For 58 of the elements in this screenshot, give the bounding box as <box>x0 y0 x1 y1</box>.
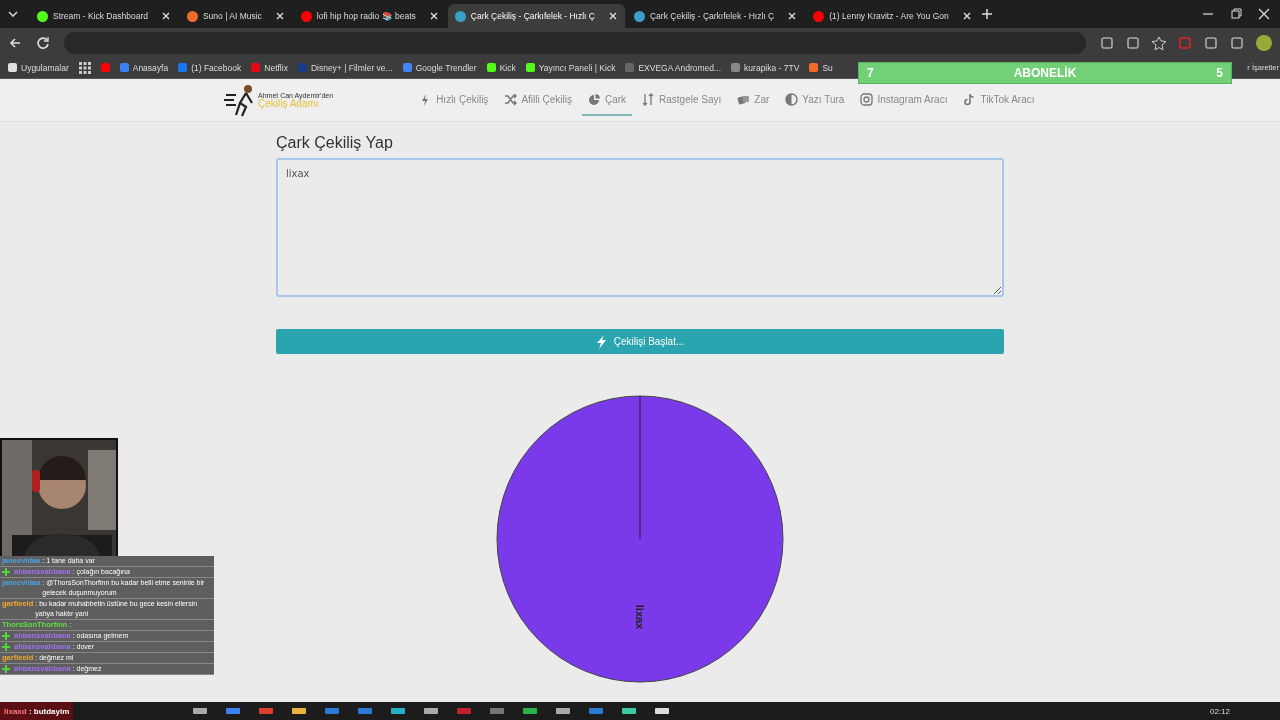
bookmark[interactable]: (1) Facebook <box>178 62 242 73</box>
profile-avatar[interactable] <box>1256 34 1272 51</box>
taskbar-app-icon[interactable] <box>391 708 406 714</box>
apps-grid-icon[interactable] <box>78 61 91 74</box>
reload-icon[interactable] <box>36 35 50 50</box>
bookmark[interactable]: EXVEGA Andromed... <box>625 62 722 73</box>
browser-tab[interactable]: Çark Çekiliş - Çarkıfelek - Hızlı Ç <box>627 4 805 28</box>
close-icon[interactable] <box>608 11 618 21</box>
bookmark[interactable]: Anasayfa <box>119 62 169 73</box>
wheel-label: lixax <box>634 604 646 630</box>
extension-icon[interactable] <box>1100 35 1114 50</box>
music-note-icon <box>963 92 977 106</box>
extension-icon[interactable] <box>1230 35 1244 50</box>
close-icon[interactable] <box>961 11 972 21</box>
bookmark[interactable]: Uygulamalar <box>8 62 69 73</box>
shuffle-icon <box>504 92 518 106</box>
entries-field[interactable]: lixax <box>276 158 1004 297</box>
taskbar-app-icon[interactable] <box>523 708 538 714</box>
bookmark-icon[interactable] <box>100 63 110 72</box>
pie-chart-icon <box>587 92 601 106</box>
browser-tab[interactable]: Çark Çekiliş - Çarkıfelek - Hızlı Ç <box>447 4 625 28</box>
close-icon[interactable] <box>274 11 285 21</box>
browser-tab[interactable]: lofi hip hop radio 📚 beats <box>293 4 446 28</box>
close-icon[interactable] <box>1258 8 1270 20</box>
taskbar-app-icon[interactable] <box>622 708 637 714</box>
logo-name: Çekiliş Adamı <box>258 98 319 109</box>
chat-ticker: lixaxd : butdayim <box>0 702 74 720</box>
taskbar-app-icon[interactable] <box>292 708 307 714</box>
browser-tab[interactable]: Suno | AI Music <box>179 4 292 28</box>
taskbar-app-icon[interactable] <box>655 708 670 714</box>
bookmark[interactable]: Su <box>809 62 833 73</box>
taskbar-app-icon[interactable] <box>193 708 208 714</box>
bookmark[interactable]: Kick <box>486 62 516 73</box>
bookmark[interactable]: Netflix <box>251 62 288 73</box>
taskbar-app-icon[interactable] <box>556 708 571 714</box>
instagram-icon <box>860 92 874 106</box>
star-icon[interactable] <box>1152 35 1166 50</box>
browser-tab[interactable]: Stream - Kick Dashboard <box>30 4 178 28</box>
bookmark[interactable]: Disney+ | Filmler ve... <box>297 62 393 73</box>
browser-tab[interactable]: (1) Lenny Kravitz - Are You Gon <box>806 4 979 28</box>
bookmark[interactable]: Google Trendler <box>402 62 477 73</box>
restore-icon[interactable] <box>1230 8 1242 20</box>
taskbar-app-icon[interactable] <box>424 708 439 714</box>
goal-bar: 7 ABONELİK 5 <box>858 62 1232 84</box>
taskbar-clock: 02:12 <box>1209 706 1230 716</box>
new-tab-icon[interactable] <box>980 8 993 20</box>
extension-icon[interactable] <box>1204 35 1218 50</box>
bolt-icon <box>595 334 608 349</box>
bookmark[interactable]: kurapika - 7TV <box>731 62 800 73</box>
page-title: Çark Çekiliş Yap <box>276 134 394 152</box>
bookmark[interactable]: Yayıncı Paneli | Kick <box>525 62 616 73</box>
sort-arrows-icon <box>642 92 656 106</box>
close-icon[interactable] <box>160 11 171 21</box>
half-circle-icon <box>785 92 799 106</box>
close-icon[interactable] <box>787 11 798 21</box>
back-icon[interactable] <box>8 35 22 50</box>
close-icon[interactable] <box>428 11 439 21</box>
extension-icon[interactable] <box>1126 35 1140 50</box>
